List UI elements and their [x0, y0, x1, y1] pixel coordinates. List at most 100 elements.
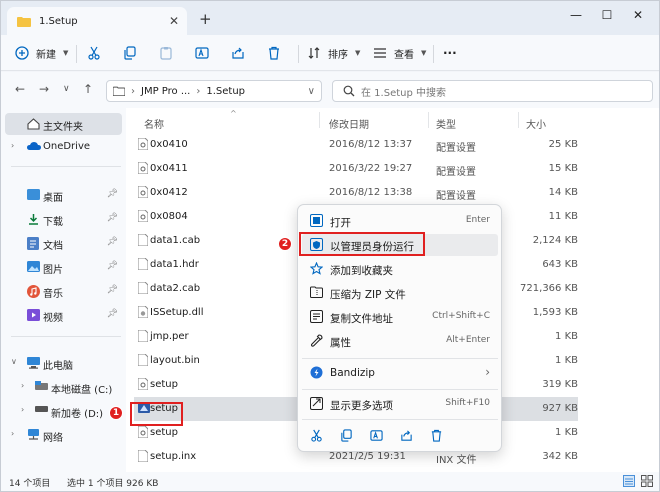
column-header-date[interactable]: 修改日期: [329, 116, 369, 131]
breadcrumb-1-setup[interactable]: 1.Setup: [206, 86, 245, 97]
step-badge-1: 1: [109, 406, 123, 420]
sidebar-item-pictures[interactable]: 图片 📌︎: [5, 256, 122, 278]
up-arrow-icon[interactable]: ↑: [83, 82, 93, 96]
menu-item-add-favorite[interactable]: 添加到收藏夹: [302, 258, 498, 280]
search-placeholder: 在 1.Setup 中搜索: [361, 87, 447, 99]
sidebar-item-documents[interactable]: 文档 📌︎: [5, 232, 122, 254]
chevron-right-icon[interactable]: ›: [11, 141, 14, 150]
sidebar-item-videos[interactable]: 视频 📌︎: [5, 304, 122, 326]
file-size: 319 KB: [542, 379, 578, 390]
rename-icon[interactable]: [370, 429, 383, 442]
details-view-icon[interactable]: [623, 475, 635, 487]
item-count: 14 个项目: [9, 479, 51, 489]
menu-item-label: 添加到收藏夹: [330, 265, 393, 277]
sidebar-item-label: 图片: [43, 265, 63, 276]
chevron-down-icon: ▼: [355, 49, 361, 57]
tab-1-setup[interactable]: 1.Setup ✕: [7, 7, 187, 35]
pin-icon[interactable]: 📌︎: [107, 213, 118, 223]
menu-item-properties[interactable]: 属性 Alt+Enter: [302, 330, 498, 352]
file-icon: [138, 330, 148, 342]
share-button[interactable]: [231, 43, 245, 63]
delete-button[interactable]: [267, 43, 281, 63]
column-header-name[interactable]: 名称: [144, 116, 164, 131]
trash-icon[interactable]: [430, 429, 443, 442]
sidebar-item-onedrive[interactable]: › OneDrive: [5, 136, 122, 158]
table-row[interactable]: 0x0411 2016/3/22 19:27 配置设置 15 KB: [134, 157, 578, 181]
paste-button[interactable]: [159, 43, 173, 63]
back-arrow-icon[interactable]: ←: [15, 82, 25, 96]
config-file-icon: [138, 162, 148, 174]
chevron-right-icon[interactable]: ›: [21, 381, 24, 390]
video-icon: [27, 309, 40, 321]
pin-icon[interactable]: 📌︎: [107, 189, 118, 199]
chevron-right-icon: ›: [485, 365, 490, 379]
copy-button[interactable]: [123, 43, 137, 63]
menu-item-copy-path[interactable]: 复制文件地址 Ctrl+Shift+C: [302, 306, 498, 328]
pin-icon[interactable]: 📌︎: [107, 237, 118, 247]
wrench-icon: [310, 334, 323, 347]
tab-close-icon[interactable]: ✕: [169, 14, 179, 28]
file-size: 1 KB: [555, 331, 578, 342]
maximize-button[interactable]: ☐: [595, 6, 619, 24]
sidebar-item-drive-c[interactable]: › 本地磁盘 (C:): [5, 376, 122, 398]
pin-icon[interactable]: 📌︎: [107, 261, 118, 271]
file-name: 0x0410: [150, 139, 188, 150]
share-icon[interactable]: [400, 429, 413, 442]
new-button[interactable]: 新建 ▼: [15, 43, 68, 63]
file-icon: [138, 282, 148, 294]
sidebar-item-home[interactable]: 主文件夹: [5, 113, 122, 135]
forward-arrow-icon[interactable]: →: [39, 82, 49, 96]
column-header-size[interactable]: 大小: [526, 116, 546, 131]
chevron-down-icon[interactable]: ∨: [308, 86, 315, 97]
menu-item-show-more-options[interactable]: 显示更多选项 Shift+F10: [302, 393, 498, 415]
network-icon: [27, 429, 40, 441]
chevron-right-icon[interactable]: ›: [21, 405, 24, 414]
file-date: 2021/2/5 19:31: [329, 451, 406, 462]
new-tab-button[interactable]: +: [199, 10, 212, 28]
rename-button[interactable]: [195, 43, 209, 63]
menu-item-bandizip[interactable]: Bandizip ›: [302, 362, 498, 384]
chevron-down-icon[interactable]: ∨: [11, 357, 17, 366]
chevron-down-icon[interactable]: ∨: [63, 84, 70, 94]
file-name: 0x0411: [150, 163, 188, 174]
sidebar-item-this-pc[interactable]: ∨ 此电脑: [5, 352, 122, 374]
menu-item-open[interactable]: 打开 Enter: [302, 210, 498, 232]
file-size: 1,593 KB: [532, 307, 578, 318]
file-size: 1 KB: [555, 355, 578, 366]
table-row[interactable]: 0x0410 2016/8/12 13:37 配置设置 25 KB: [134, 133, 578, 157]
view-label: 查看: [394, 49, 414, 61]
file-size: 927 KB: [542, 403, 578, 414]
sidebar-item-label: 文档: [43, 241, 63, 252]
close-window-button[interactable]: ✕: [626, 6, 650, 24]
sidebar-item-drive-d[interactable]: › 新加卷 (D:): [5, 400, 122, 422]
pin-icon[interactable]: 📌︎: [107, 309, 118, 319]
minimize-button[interactable]: —: [564, 6, 588, 24]
column-divider: [319, 112, 320, 128]
breadcrumb-jmp-pro[interactable]: JMP Pro ...: [141, 86, 190, 97]
music-icon: [27, 285, 40, 298]
column-header-type[interactable]: 类型: [436, 116, 456, 131]
scissors-icon[interactable]: [310, 429, 323, 442]
search-input[interactable]: 在 1.Setup 中搜索: [332, 80, 653, 102]
address-row: ← → ∨ ↑ › JMP Pro ... › 1.Setup ∨ 在 1.Se…: [1, 72, 659, 108]
sidebar-item-downloads[interactable]: 下载 📌︎: [5, 208, 122, 230]
sidebar-item-network[interactable]: › 网络: [5, 424, 122, 446]
chevron-right-icon[interactable]: ›: [11, 429, 14, 438]
cut-button[interactable]: [87, 43, 101, 63]
column-divider: [428, 112, 429, 128]
more-button[interactable]: ···: [443, 43, 457, 63]
sort-up-icon: ^: [230, 109, 237, 118]
new-label: 新建: [36, 49, 56, 61]
tiles-view-icon[interactable]: [641, 475, 653, 487]
sidebar-item-music[interactable]: 音乐 📌︎: [5, 280, 122, 302]
sort-button[interactable]: 排序 ▼: [307, 43, 360, 63]
sidebar-item-desktop[interactable]: 桌面 📌︎: [5, 184, 122, 206]
sidebar-item-label: 主文件夹: [43, 122, 83, 133]
pin-icon[interactable]: 📌︎: [107, 285, 118, 295]
address-bar[interactable]: › JMP Pro ... › 1.Setup ∨: [106, 80, 322, 102]
copy-icon[interactable]: [340, 429, 353, 442]
view-button[interactable]: 查看 ▼: [373, 43, 426, 63]
menu-item-compress-zip[interactable]: 压缩为 ZIP 文件: [302, 282, 498, 304]
table-row[interactable]: 0x0412 2016/8/12 13:38 配置设置 14 KB: [134, 181, 578, 205]
copy-icon: [123, 46, 137, 60]
